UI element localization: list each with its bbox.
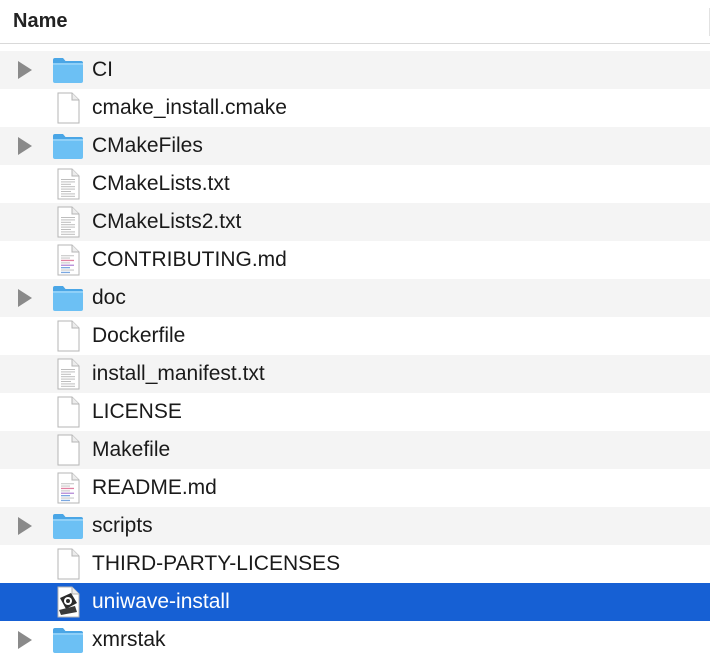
file-name: xmrstak bbox=[92, 628, 166, 651]
file-row[interactable]: Dockerfile bbox=[0, 317, 710, 355]
disclosure-triangle-icon[interactable] bbox=[18, 61, 32, 79]
file-row[interactable]: doc bbox=[0, 279, 710, 317]
file-name: CMakeFiles bbox=[92, 134, 203, 157]
file-row[interactable]: xmrstak bbox=[0, 621, 710, 656]
file-name: CMakeLists.txt bbox=[92, 172, 230, 195]
document-icon bbox=[52, 92, 84, 124]
file-name: CMakeLists2.txt bbox=[92, 210, 242, 233]
folder-icon bbox=[52, 54, 84, 86]
disclosure-triangle-icon[interactable] bbox=[18, 137, 32, 155]
file-row[interactable]: CMakeFiles bbox=[0, 127, 710, 165]
file-name: Makefile bbox=[92, 438, 171, 461]
folder-icon bbox=[52, 624, 84, 656]
file-row[interactable]: uniwave-install bbox=[0, 583, 710, 621]
file-name: CONTRIBUTING.md bbox=[92, 248, 287, 271]
file-row[interactable]: cmake_install.cmake bbox=[0, 89, 710, 127]
disclosure-triangle-icon[interactable] bbox=[18, 517, 32, 535]
file-row[interactable]: install_manifest.txt bbox=[0, 355, 710, 393]
file-list: CI cmake_install.cmake CMakeFiles CMakeList… bbox=[0, 51, 710, 656]
document-icon bbox=[52, 320, 84, 352]
folder-icon bbox=[52, 510, 84, 542]
markdown-document-icon bbox=[52, 472, 84, 504]
file-name: CI bbox=[92, 58, 113, 81]
file-row[interactable]: THIRD-PARTY-LICENSES bbox=[0, 545, 710, 583]
file-name: scripts bbox=[92, 514, 153, 537]
document-icon bbox=[52, 548, 84, 580]
finder-list-view: Name CI cmake_install.cmake CMakeFiles CMak… bbox=[0, 0, 710, 656]
file-row[interactable]: CI bbox=[0, 51, 710, 89]
name-column-label: Name bbox=[13, 10, 68, 32]
name-column-header[interactable]: Name bbox=[0, 0, 710, 44]
file-row[interactable]: Makefile bbox=[0, 431, 710, 469]
text-document-icon bbox=[52, 206, 84, 238]
file-name: README.md bbox=[92, 476, 217, 499]
file-name: doc bbox=[92, 286, 126, 309]
disclosure-triangle-icon[interactable] bbox=[18, 631, 32, 649]
document-icon bbox=[52, 396, 84, 428]
file-name: THIRD-PARTY-LICENSES bbox=[92, 552, 341, 575]
file-row[interactable]: CMakeLists.txt bbox=[0, 165, 710, 203]
file-row[interactable]: CONTRIBUTING.md bbox=[0, 241, 710, 279]
file-name: install_manifest.txt bbox=[92, 362, 265, 385]
file-row[interactable]: LICENSE bbox=[0, 393, 710, 431]
disclosure-triangle-icon[interactable] bbox=[18, 289, 32, 307]
file-row[interactable]: README.md bbox=[0, 469, 710, 507]
file-name: uniwave-install bbox=[92, 590, 230, 613]
file-row[interactable]: scripts bbox=[0, 507, 710, 545]
document-icon bbox=[52, 434, 84, 466]
file-name: LICENSE bbox=[92, 400, 182, 423]
folder-icon bbox=[52, 282, 84, 314]
text-document-icon bbox=[52, 358, 84, 390]
file-row[interactable]: CMakeLists2.txt bbox=[0, 203, 710, 241]
file-name: Dockerfile bbox=[92, 324, 186, 347]
text-document-icon bbox=[52, 168, 84, 200]
file-name: cmake_install.cmake bbox=[92, 96, 287, 119]
installer-icon bbox=[52, 586, 84, 618]
folder-icon bbox=[52, 130, 84, 162]
markdown-document-icon bbox=[52, 244, 84, 276]
